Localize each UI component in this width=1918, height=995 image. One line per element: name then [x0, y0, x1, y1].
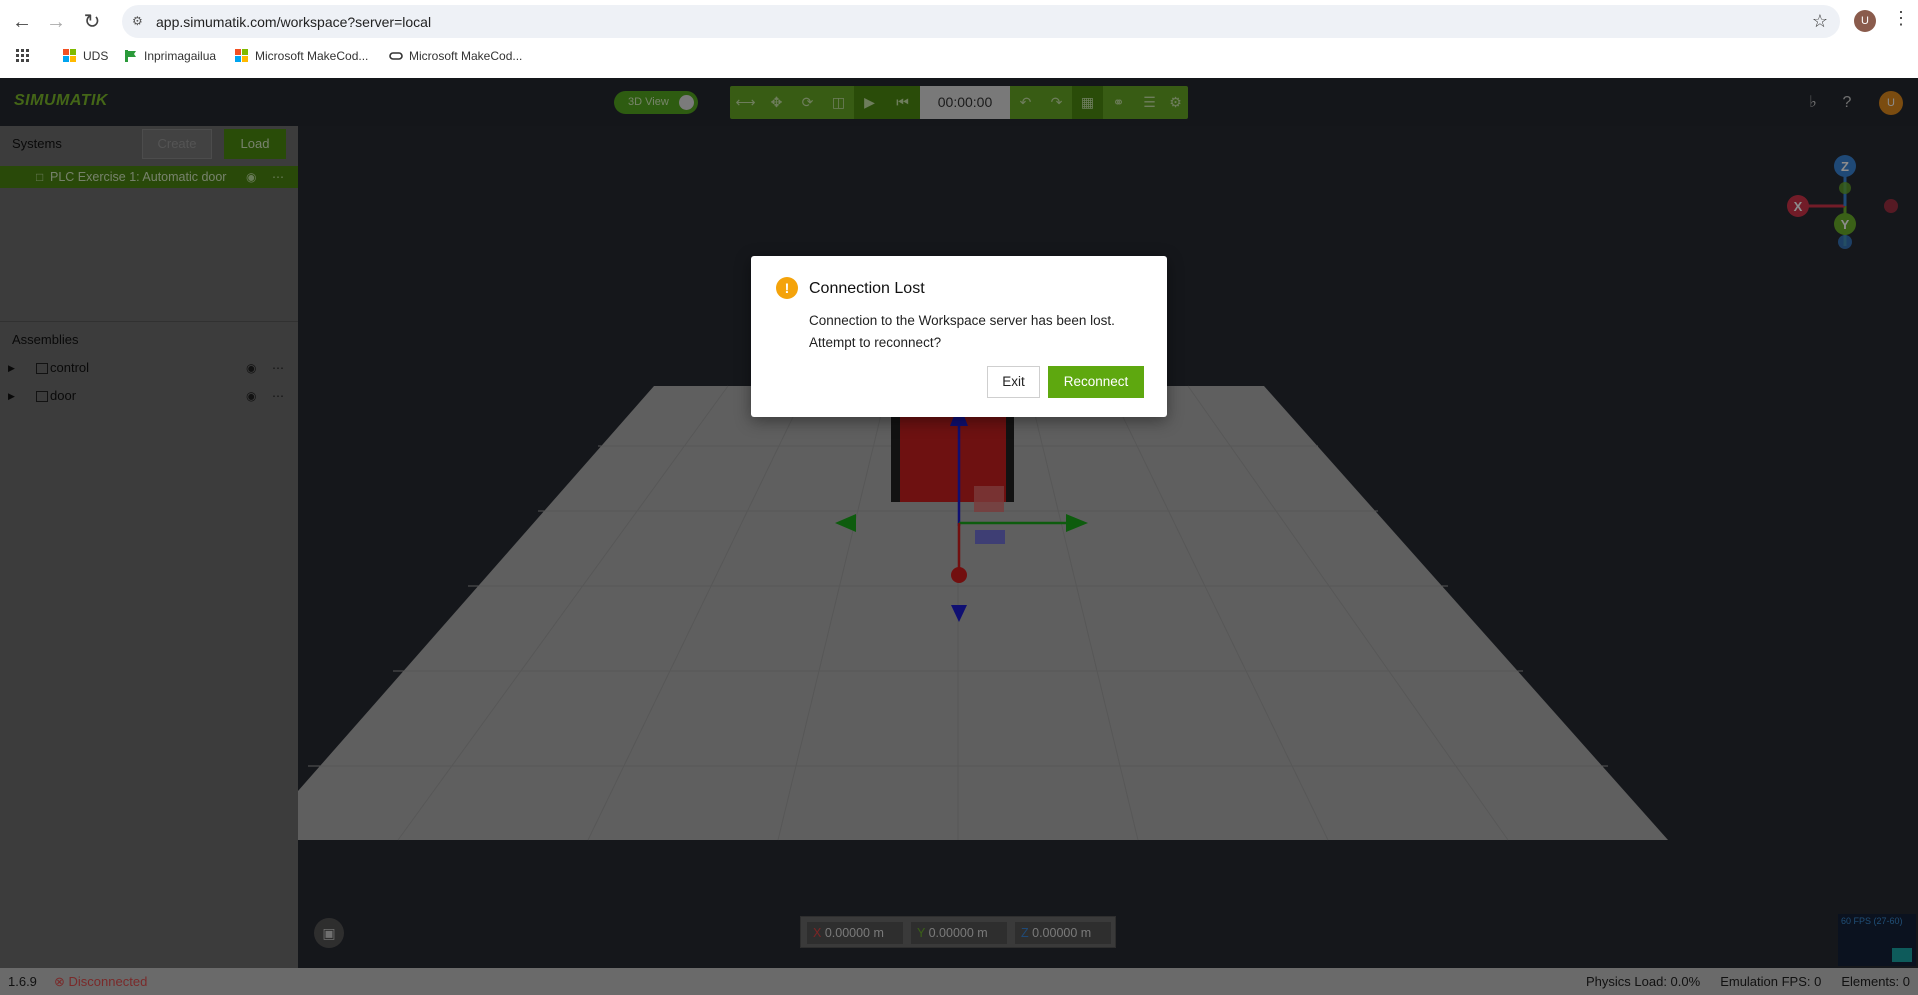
forward-icon[interactable]: →: [42, 8, 70, 36]
browser-chrome: ← → ↻ ⚙ app.simumatik.com/workspace?serv…: [0, 0, 1918, 78]
url-text[interactable]: app.simumatik.com/workspace?server=local: [156, 14, 431, 30]
simumatik-app: SIMUMATIK 3D View ⟷ ✥ ⟳ ◫ ▶ ⏮ 00:00:00 ↶…: [0, 78, 1918, 995]
apps-grid-icon[interactable]: [16, 49, 30, 63]
status-bar: 1.6.9 ⊗ Disconnected Physics Load: 0.0% …: [0, 968, 1918, 995]
address-bar[interactable]: ⚙ app.simumatik.com/workspace?server=loc…: [122, 5, 1840, 38]
link-icon: [389, 49, 403, 63]
microsoft-logo-icon: [63, 49, 77, 63]
warning-icon: !: [776, 277, 798, 299]
dialog-title: Connection Lost: [809, 280, 925, 297]
error-circle-icon: ⊗: [54, 974, 65, 989]
bookmark-star-icon[interactable]: ☆: [1812, 11, 1828, 32]
dialog-message: Connection to the Workspace server has b…: [809, 313, 1115, 350]
physics-load: Physics Load: 0.0%: [1586, 974, 1701, 989]
bookmark-makecode-1[interactable]: Microsoft MakeCod...: [235, 49, 368, 63]
bookmark-uds[interactable]: UDS: [63, 49, 108, 63]
emulation-fps: Emulation FPS: 0: [1720, 974, 1822, 989]
bookmark-label: Microsoft MakeCod...: [255, 49, 369, 63]
exit-button[interactable]: Exit: [987, 366, 1040, 398]
reload-icon[interactable]: ↻: [78, 8, 106, 36]
status-metrics: Physics Load: 0.0% Emulation FPS: 0 Elem…: [1586, 968, 1910, 995]
bookmarks-bar: UDS Inprimagailua Microsoft MakeCod... M…: [0, 46, 1918, 68]
site-info-icon[interactable]: ⚙: [132, 14, 148, 28]
microsoft-logo-icon: [235, 49, 249, 63]
modal-backdrop: [0, 78, 1918, 995]
bookmark-label: UDS: [83, 49, 109, 63]
bookmark-makecode-2[interactable]: Microsoft MakeCod...: [389, 49, 522, 63]
bookmark-label: Inprimagailua: [144, 49, 217, 63]
browser-menu-icon[interactable]: ⋮: [1892, 8, 1910, 29]
flag-icon: [124, 49, 138, 63]
bookmark-inprimagailua[interactable]: Inprimagailua: [124, 49, 216, 63]
connection-status: ⊗ Disconnected: [54, 974, 148, 989]
version-label: 1.6.9: [8, 974, 37, 989]
browser-profile-avatar[interactable]: U: [1854, 10, 1876, 32]
bookmark-label: Microsoft MakeCod...: [409, 49, 523, 63]
elements-count: Elements: 0: [1841, 974, 1910, 989]
connection-lost-dialog: ! Connection Lost Connection to the Work…: [751, 256, 1167, 417]
reconnect-button[interactable]: Reconnect: [1048, 366, 1144, 398]
back-icon[interactable]: ←: [8, 8, 36, 36]
